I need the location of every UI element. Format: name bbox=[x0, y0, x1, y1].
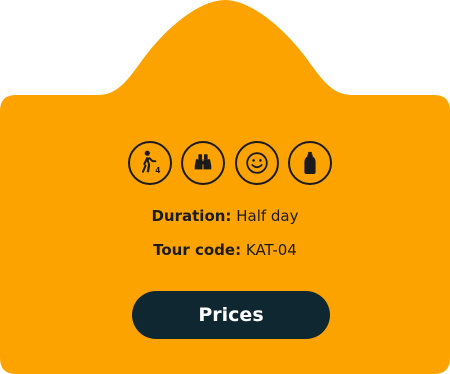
tour-card: 4 Duration: Half day Tour code: KAT-04 P… bbox=[0, 0, 450, 374]
walking-difficulty-icon: 4 bbox=[128, 141, 172, 185]
water-bottle-icon bbox=[287, 141, 332, 185]
tour-code-line: Tour code: KAT-04 bbox=[0, 241, 450, 259]
duration-label: Duration: bbox=[151, 207, 232, 225]
tour-feature-icons: 4 bbox=[128, 140, 332, 186]
tour-code-label: Tour code: bbox=[153, 241, 242, 259]
duration-line: Duration: Half day bbox=[0, 207, 450, 225]
duration-value: Half day bbox=[236, 207, 299, 225]
smiley-face-icon bbox=[234, 141, 279, 185]
tour-code-value: KAT-04 bbox=[245, 241, 297, 259]
walking-level-number: 4 bbox=[155, 166, 160, 175]
binoculars-icon bbox=[181, 141, 226, 185]
prices-button[interactable]: Prices bbox=[132, 291, 330, 339]
